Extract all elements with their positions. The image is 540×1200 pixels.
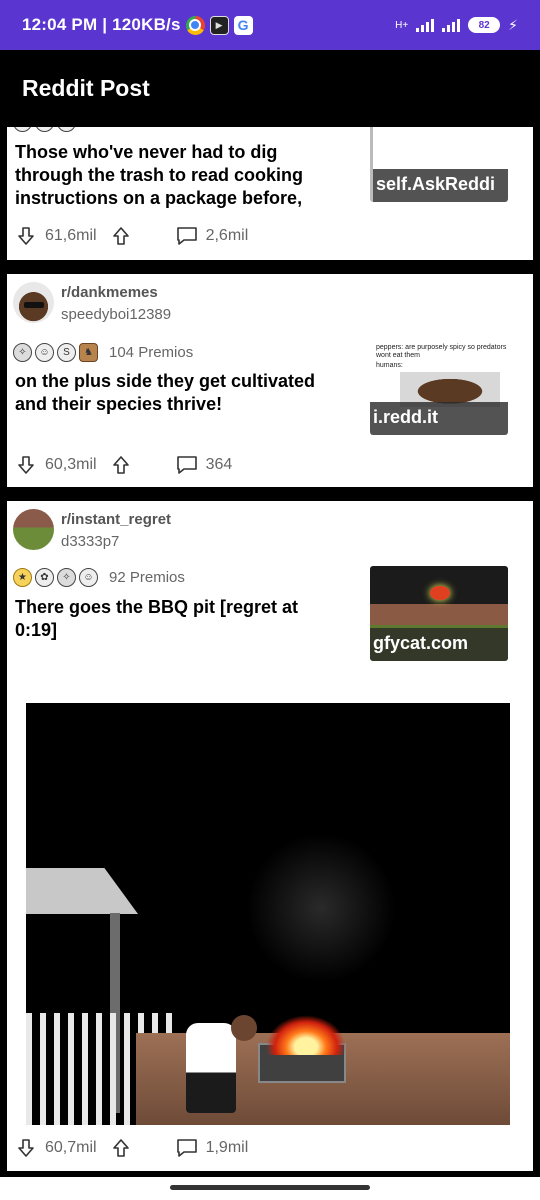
vote-count: 61,6mil — [45, 227, 97, 244]
award-icon: ☺ — [79, 568, 98, 587]
award-icon: ♞ — [79, 343, 98, 362]
battery-icon: 82 — [468, 17, 501, 33]
award-icon: ☺ — [35, 127, 54, 132]
downvote-icon[interactable] — [15, 1137, 37, 1159]
upvote-icon[interactable] — [110, 1137, 132, 1159]
vote-count: 60,7mil — [45, 1139, 97, 1156]
post-feed[interactable]: ✦ ☺ ☻ Those who've never had to dig thro… — [0, 127, 540, 1177]
post-card[interactable]: ✦ ☺ ☻ Those who've never had to dig thro… — [7, 127, 533, 260]
chrome-icon — [185, 15, 205, 35]
post-thumbnail[interactable]: self.AskReddi — [370, 127, 508, 202]
post-actions: 61,6mil 2,6mil — [15, 225, 248, 247]
post-actions: 60,7mil 1,9mil — [15, 1137, 248, 1159]
award-icon: ★ — [13, 568, 32, 587]
subreddit-avatar[interactable] — [13, 509, 54, 550]
award-icon: ✿ — [35, 568, 54, 587]
upvote-icon[interactable] — [110, 225, 132, 247]
award-icon: ✧ — [13, 343, 32, 362]
video-player[interactable] — [26, 703, 510, 1125]
status-time: 12:04 PM — [22, 15, 98, 34]
award-icon: ☺ — [35, 343, 54, 362]
thumbnail-caption: peppers: are purposely spicy so predator… — [376, 344, 507, 359]
username[interactable]: speedyboi12389 — [61, 304, 171, 326]
post-thumbnail[interactable]: gfycat.com — [370, 566, 508, 661]
award-icon: ✦ — [13, 127, 32, 132]
post-domain: i.redd.it — [370, 402, 508, 435]
network-type: H+ — [395, 19, 409, 31]
post-title[interactable]: There goes the BBQ pit [regret at 0:19] — [15, 596, 345, 642]
app-bar: Reddit Post — [0, 50, 540, 127]
post-header: r/instant_regret d3333p7 — [13, 509, 171, 553]
post-domain: gfycat.com — [370, 628, 508, 661]
thumbnail-caption-2: humans: — [376, 362, 403, 369]
awards-row: ★ ✿ ✧ ☺ 92 Premios — [13, 568, 185, 587]
gesture-nav-bar[interactable] — [170, 1185, 370, 1190]
post-thumbnail[interactable]: peppers: are purposely spicy so predator… — [370, 340, 508, 435]
status-right-group: H+ 82 ⚡ — [395, 17, 518, 34]
video-fire — [266, 1015, 346, 1055]
post-actions: 60,3mil 364 — [15, 454, 232, 476]
username[interactable]: d3333p7 — [61, 531, 171, 553]
video-person — [186, 1023, 236, 1113]
comment-icon[interactable] — [176, 454, 198, 476]
video-gazebo — [26, 868, 138, 914]
comment-count: 364 — [205, 456, 233, 473]
status-separator: | — [97, 15, 113, 34]
video-smoke — [246, 833, 396, 983]
signal-icon — [416, 18, 435, 32]
comment-count: 1,9mil — [205, 1139, 249, 1156]
awards-count: 104 Premios — [109, 344, 194, 361]
post-title[interactable]: Those who've never had to dig through th… — [15, 141, 345, 211]
status-bar: 12:04 PM | 120KB/s ▶ G H+ 82 ⚡ — [0, 0, 540, 50]
awards-row: ✦ ☺ ☻ — [13, 127, 76, 132]
award-icon: S — [57, 343, 76, 362]
vote-count: 60,3mil — [45, 456, 97, 473]
post-title[interactable]: on the plus side they get cultivated and… — [15, 370, 345, 416]
post-header: r/dankmemes speedyboi12389 — [13, 282, 171, 326]
google-icon: G — [233, 15, 253, 35]
comment-icon[interactable] — [176, 225, 198, 247]
downvote-icon[interactable] — [15, 454, 37, 476]
charging-icon: ⚡ — [508, 16, 518, 33]
play-icon: ▶ — [209, 15, 229, 35]
post-card[interactable]: r/instant_regret d3333p7 ★ ✿ ✧ ☺ 92 Prem… — [7, 501, 533, 1171]
subreddit-avatar[interactable] — [13, 282, 54, 323]
video-person-head — [231, 1015, 257, 1041]
downvote-icon[interactable] — [15, 225, 37, 247]
app-title: Reddit Post — [22, 75, 150, 101]
upvote-icon[interactable] — [110, 454, 132, 476]
award-icon: ☻ — [57, 127, 76, 132]
comment-icon[interactable] — [176, 1137, 198, 1159]
signal-icon — [442, 18, 461, 32]
post-card[interactable]: r/dankmemes speedyboi12389 ✧ ☺ S ♞ 104 P… — [7, 274, 533, 487]
status-speed: 120KB/s — [112, 15, 181, 34]
awards-row: ✧ ☺ S ♞ 104 Premios — [13, 343, 193, 362]
post-domain: self.AskReddi — [373, 169, 508, 202]
subreddit-name[interactable]: r/instant_regret — [61, 509, 171, 531]
subreddit-name[interactable]: r/dankmemes — [61, 282, 171, 304]
award-icon: ✧ — [57, 568, 76, 587]
comment-count: 2,6mil — [205, 227, 249, 244]
awards-count: 92 Premios — [109, 569, 185, 586]
